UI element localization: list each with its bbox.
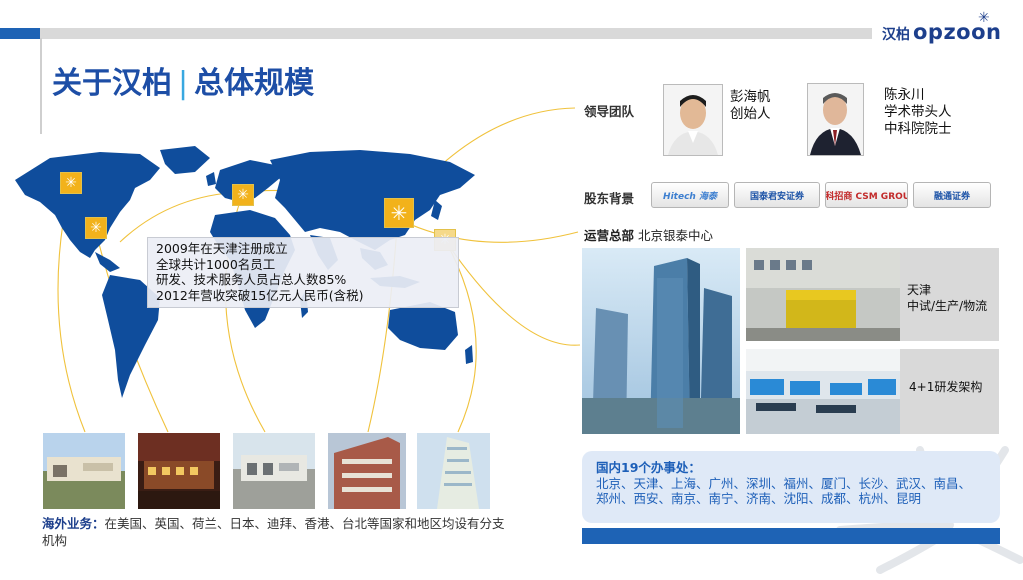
- fact-line: 2012年营收突破15亿元人民币(含税): [156, 287, 364, 303]
- rd-structure: 4+1研发架构: [909, 380, 983, 394]
- overseas-business-text: 海外业务：在美国、英国、荷兰、日本、迪拜、香港、台北等国家和地区均设有分支机构: [42, 515, 512, 549]
- title-sub: 总体规模: [194, 66, 315, 101]
- overseas-description: 在美国、英国、荷兰、日本、迪拜、香港、台北等国家和地区均设有分支机构: [42, 516, 505, 548]
- fact-line: 全球共计1000名员工: [156, 256, 276, 272]
- marker-vancouver-icon: ✳: [60, 172, 82, 194]
- shareholder-logo-csm: 中科招商 CSM GROUP: [825, 182, 908, 208]
- office-photo-netherlands: [138, 433, 220, 509]
- hq-value: 北京银泰中心: [638, 228, 714, 243]
- marker-china-icon: ✳: [384, 198, 414, 228]
- founder-title: 创始人: [730, 106, 771, 122]
- title-main: 关于汉柏: [52, 66, 172, 101]
- office-photo-dubai: [417, 433, 490, 509]
- company-facts-box: 2009年在天津注册成立 全球共计1000名员工 研发、技术服务人员占总人数85…: [147, 237, 459, 308]
- shareholder-logo-guotai: 国泰君安证券: [734, 182, 820, 208]
- tianjin-facility-photo: [746, 248, 900, 341]
- shareholders-label: 股东背景: [584, 191, 635, 206]
- shareholder-logo-hitech: Hitech 海泰: [651, 182, 729, 208]
- founder-info: 彭海帆 创始人: [730, 89, 771, 123]
- academic-leader-title: 学术带头人: [884, 104, 952, 120]
- hq-label: 运营总部: [584, 228, 635, 243]
- leadership-label: 领导团队: [584, 104, 635, 119]
- title-separator: |: [178, 66, 189, 101]
- page-title: 关于汉柏 | 总体规模: [52, 58, 314, 102]
- founder-photo: [663, 84, 723, 156]
- academic-leader-info: 陈永川 学术带头人 中科院院士: [884, 87, 952, 138]
- logo-cn-text: 汉柏: [882, 27, 910, 43]
- bottom-accent-bar: [582, 528, 1000, 544]
- academic-leader-photo: [807, 83, 864, 156]
- tianjin-functions: 中试/生产/物流: [907, 299, 988, 313]
- founder-name: 彭海帆: [730, 89, 771, 105]
- overseas-label: 海外业务：: [42, 516, 105, 531]
- top-accent-bar: [0, 28, 40, 39]
- offices-list-line1: 北京、天津、上海、广州、深圳、福州、厦门、长沙、武汉、南昌、: [596, 475, 972, 491]
- marker-us-east-icon: ✳: [85, 217, 107, 239]
- office-photo-usa: [43, 433, 125, 509]
- academic-leader-name: 陈永川: [884, 87, 925, 103]
- title-divider-line: [40, 38, 42, 134]
- academic-leader-title2: 中科院院士: [884, 121, 952, 137]
- logo-star-icon: ✳: [978, 10, 990, 26]
- top-rule-bar: [40, 28, 872, 39]
- offices-list-line2: 郑州、西安、南京、南宁、济南、沈阳、成都、杭州、昆明: [596, 491, 922, 506]
- marker-europe-icon: ✳: [232, 184, 254, 206]
- tianjin-city: 天津: [907, 283, 932, 297]
- domestic-offices-box: 国内19个办事处： 北京、天津、上海、广州、深圳、福州、厦门、长沙、武汉、南昌、…: [582, 451, 1000, 523]
- hq-row: 运营总部 北京银泰中心: [584, 225, 713, 244]
- fact-line: 2009年在天津注册成立: [156, 241, 288, 256]
- beijing-hq-photo: [582, 248, 740, 434]
- shareholder-logo-rongtong: 融通证券: [913, 182, 991, 208]
- tianjin-panel: 天津 中试/生产/物流: [900, 248, 999, 341]
- company-logo: 汉柏 OPZOON ✳: [882, 10, 1002, 44]
- office-photo-japan: [328, 433, 406, 509]
- fact-line: 研发、技术服务人员占总人数85%: [156, 272, 347, 287]
- offices-heading: 国内19个办事处：: [596, 460, 701, 475]
- office-photo-uk: [233, 433, 315, 509]
